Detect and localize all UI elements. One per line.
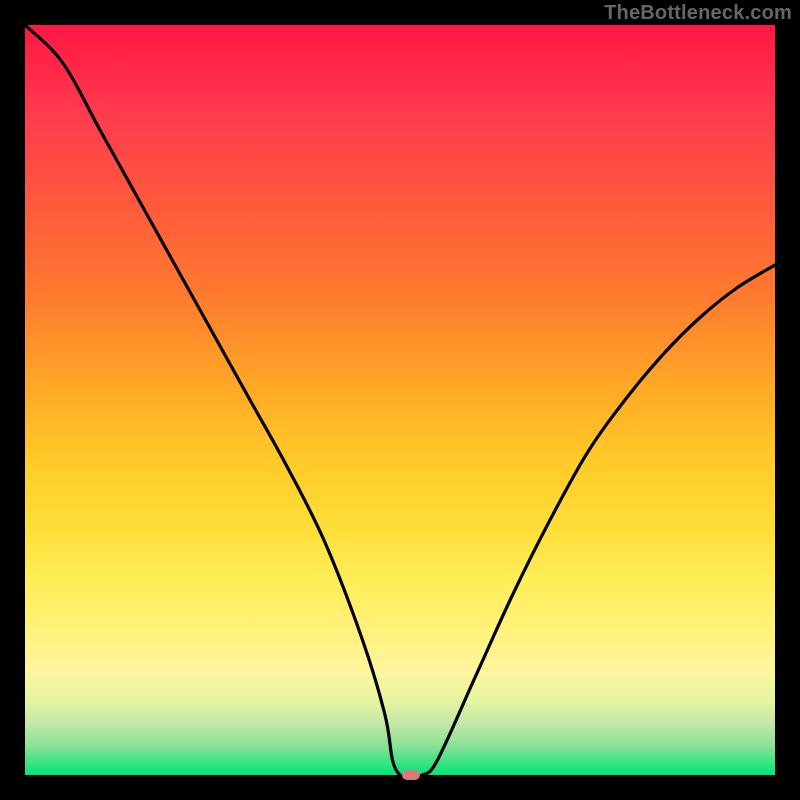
bottleneck-curve bbox=[25, 25, 775, 775]
plot-area bbox=[25, 25, 775, 775]
watermark-label: TheBottleneck.com bbox=[604, 2, 792, 25]
optimal-marker bbox=[402, 770, 420, 780]
chart-container: TheBottleneck.com bbox=[0, 0, 800, 800]
